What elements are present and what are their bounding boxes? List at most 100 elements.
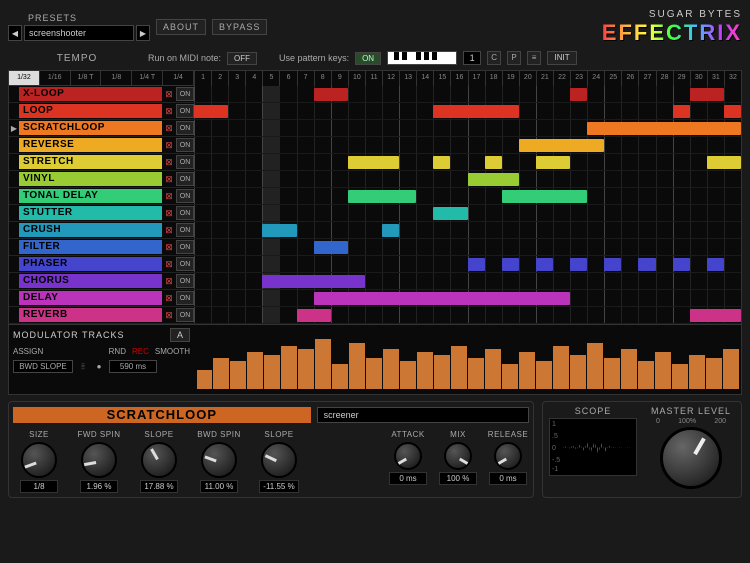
effect-on-toggle[interactable]: ON (176, 104, 194, 118)
clip[interactable] (724, 105, 741, 118)
mod-bar[interactable] (570, 355, 586, 389)
mod-bar[interactable] (366, 358, 382, 389)
clip[interactable] (297, 309, 331, 322)
pattern-keyboard[interactable] (387, 51, 457, 65)
grid-row[interactable] (194, 256, 741, 273)
mod-bar[interactable] (621, 349, 637, 389)
preset-prev-button[interactable]: ◀ (8, 25, 22, 41)
clip[interactable] (468, 173, 519, 186)
effect-preset-select[interactable]: screener (317, 407, 529, 423)
effect-on-toggle[interactable]: ON (176, 189, 194, 203)
midi-note-toggle[interactable]: OFF (227, 52, 257, 65)
mod-bar[interactable] (247, 352, 263, 389)
mod-bar[interactable] (451, 346, 467, 389)
effect-delete-button[interactable]: ⊠ (162, 291, 176, 305)
clip[interactable] (570, 258, 587, 271)
effect-on-toggle[interactable]: ON (176, 240, 194, 254)
grid-row[interactable] (194, 188, 741, 205)
clip[interactable] (536, 258, 553, 271)
mod-bar[interactable] (502, 364, 518, 389)
clip[interactable] (348, 156, 399, 169)
bypass-button[interactable]: BYPASS (212, 19, 267, 35)
tempo-tab[interactable]: 1/16 (40, 71, 71, 85)
effect-on-toggle[interactable]: ON (176, 291, 194, 305)
mod-bar[interactable] (655, 352, 671, 389)
effect-on-toggle[interactable]: ON (176, 223, 194, 237)
grid-row[interactable] (194, 103, 741, 120)
rec-label[interactable]: REC (132, 347, 149, 356)
grid-view-button[interactable]: ≡ (527, 51, 541, 65)
clip[interactable] (673, 258, 690, 271)
knob-value[interactable]: 1/8 (20, 480, 58, 493)
preset-name-field[interactable]: screenshooter (24, 25, 134, 41)
tempo-tab[interactable]: 1/8 T (71, 71, 102, 85)
tempo-tab[interactable]: 1/4 (163, 71, 194, 85)
effect-delete-button[interactable]: ⊠ (162, 155, 176, 169)
mod-bar[interactable] (536, 361, 552, 389)
clip[interactable] (433, 156, 450, 169)
clip[interactable] (519, 139, 604, 152)
clip[interactable] (502, 190, 587, 203)
mod-bar[interactable] (332, 364, 348, 389)
effect-on-toggle[interactable]: ON (176, 206, 194, 220)
effect-on-toggle[interactable]: ON (176, 308, 194, 322)
param-knob[interactable] (81, 442, 117, 478)
clip[interactable] (314, 88, 348, 101)
effect-label[interactable]: CHORUS (19, 274, 162, 288)
smooth-time[interactable]: 590 ms (109, 360, 157, 373)
mod-bar[interactable] (383, 349, 399, 389)
mod-bar[interactable] (706, 358, 722, 389)
param-knob[interactable] (141, 442, 177, 478)
clip[interactable] (262, 275, 365, 288)
effect-delete-button[interactable]: ⊠ (162, 87, 176, 101)
master-level-knob[interactable] (660, 427, 722, 489)
param-knob[interactable] (394, 442, 422, 470)
effect-label[interactable]: STUTTER (19, 206, 162, 220)
grid-row[interactable] (194, 120, 741, 137)
param-knob[interactable] (21, 442, 57, 478)
clip[interactable] (587, 122, 741, 135)
effect-on-toggle[interactable]: ON (176, 121, 194, 135)
mod-bar[interactable] (281, 346, 297, 389)
sequencer-grid[interactable]: 1234567891011121314151617181920212223242… (194, 71, 741, 324)
clip[interactable] (690, 309, 741, 322)
clip[interactable] (604, 258, 621, 271)
effect-label[interactable]: CRUSH (19, 223, 162, 237)
tempo-tab[interactable]: 1/4 T (132, 71, 163, 85)
param-knob[interactable] (201, 442, 237, 478)
effect-delete-button[interactable]: ⊠ (162, 104, 176, 118)
effect-delete-button[interactable]: ⊠ (162, 240, 176, 254)
clip[interactable] (485, 156, 502, 169)
clip[interactable] (502, 258, 519, 271)
rnd-label[interactable]: RND (109, 347, 126, 356)
knob-value[interactable]: -11.55 % (259, 480, 298, 493)
grid-row[interactable] (194, 307, 741, 324)
clip[interactable] (433, 207, 467, 220)
grid-row[interactable] (194, 154, 741, 171)
effect-label[interactable]: PHASER (19, 257, 162, 271)
effect-delete-button[interactable]: ⊠ (162, 308, 176, 322)
effect-label[interactable]: X-LOOP (19, 87, 162, 101)
clip[interactable] (314, 292, 570, 305)
mod-bar[interactable] (197, 370, 213, 389)
clip[interactable] (382, 224, 399, 237)
param-knob[interactable] (444, 442, 472, 470)
mod-bar[interactable] (349, 343, 365, 390)
clip[interactable] (262, 224, 296, 237)
effect-delete-button[interactable]: ⊠ (162, 223, 176, 237)
grid-row[interactable] (194, 290, 741, 307)
preset-next-button[interactable]: ▶ (136, 25, 150, 41)
effect-label[interactable]: DELAY (19, 291, 162, 305)
grid-row[interactable] (194, 205, 741, 222)
clip[interactable] (194, 105, 228, 118)
effect-on-toggle[interactable]: ON (176, 155, 194, 169)
effect-delete-button[interactable]: ⊠ (162, 121, 176, 135)
rec-button[interactable]: ● (93, 362, 105, 371)
effect-delete-button[interactable]: ⊠ (162, 172, 176, 186)
knob-value[interactable]: 11.00 % (200, 480, 238, 493)
mod-bar[interactable] (230, 361, 246, 389)
mod-bar[interactable] (298, 349, 314, 389)
effect-delete-button[interactable]: ⊠ (162, 206, 176, 220)
mod-bar[interactable] (400, 361, 416, 389)
mod-bar[interactable] (689, 355, 705, 389)
